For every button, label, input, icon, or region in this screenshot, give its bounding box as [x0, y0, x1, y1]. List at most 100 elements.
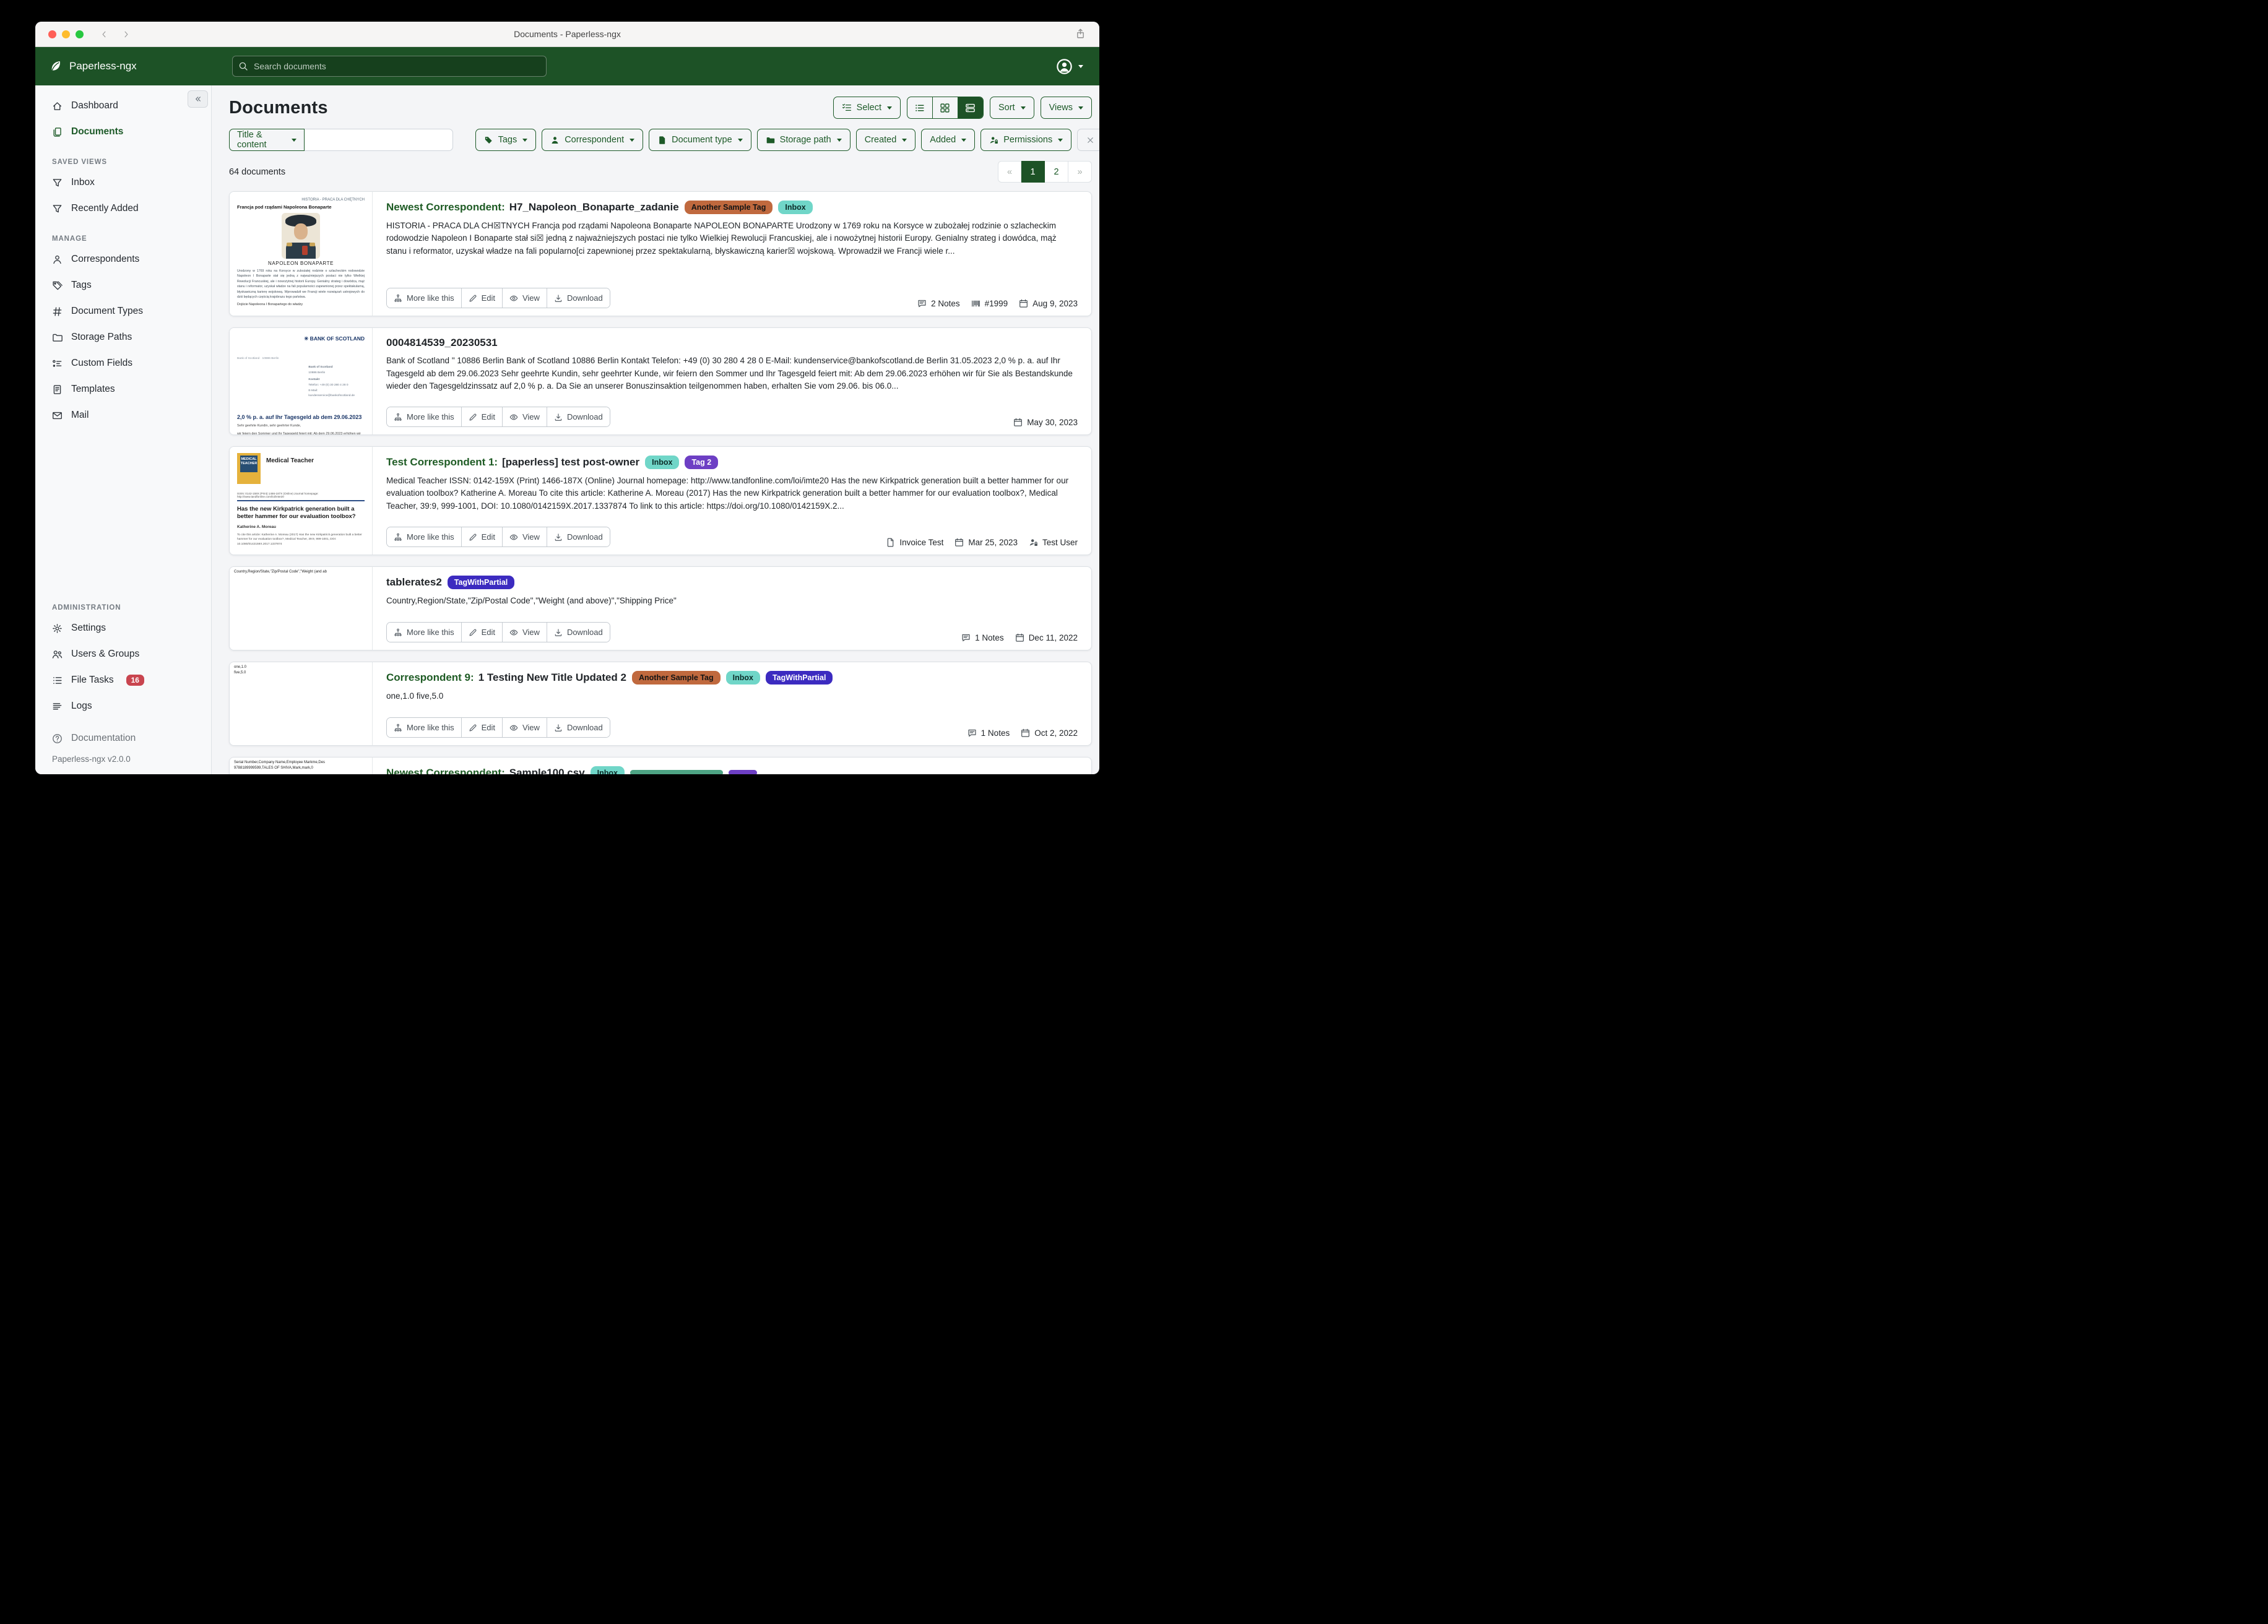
document-title[interactable]: Newest Correspondent: H7_Napoleon_Bonapa… — [386, 201, 679, 214]
select-button[interactable]: Select — [833, 97, 901, 119]
view-button[interactable]: View — [502, 527, 547, 546]
edit-button[interactable]: Edit — [461, 288, 502, 308]
edit-button[interactable]: Edit — [461, 623, 502, 642]
sort-button[interactable]: Sort — [990, 97, 1034, 119]
brand[interactable]: Paperless-ngx — [49, 59, 137, 73]
sidebar-item-inbox[interactable]: Inbox — [35, 170, 211, 196]
tag-pill[interactable] — [630, 770, 723, 774]
sidebar-item-tags[interactable]: Tags — [35, 272, 211, 298]
sidebar-item-document-types[interactable]: Document Types — [35, 298, 211, 324]
pagination-page-1[interactable]: 1 — [1021, 161, 1045, 183]
download-label: Download — [567, 628, 603, 637]
forward-icon[interactable] — [121, 30, 131, 39]
tag-pill[interactable] — [729, 770, 757, 774]
document-title[interactable]: Test Correspondent 1: [paperless] test p… — [386, 456, 639, 469]
document-title[interactable]: tablerates2 — [386, 576, 442, 589]
minimize-window-button[interactable] — [62, 30, 70, 38]
sidebar-item-correspondents[interactable]: Correspondents — [35, 246, 211, 272]
view-button[interactable]: View — [502, 288, 547, 308]
document-thumbnail[interactable]: Country,Region/State,"Zip/Postal Code","… — [230, 567, 373, 650]
tag-pill[interactable]: Inbox — [778, 201, 812, 214]
sidebar-collapse-button[interactable] — [188, 90, 208, 108]
calendar-icon — [1019, 299, 1028, 308]
permissions-filter-button[interactable]: Permissions — [980, 129, 1071, 151]
user-menu[interactable] — [1056, 58, 1083, 75]
sidebar-item-file-tasks[interactable]: File Tasks 16 — [35, 667, 211, 693]
document-correspondent[interactable]: Newest Correspondent: — [386, 767, 505, 774]
sidebar-item-documents[interactable]: Documents — [35, 119, 211, 145]
edit-button[interactable]: Edit — [461, 527, 502, 546]
sidebar-item-users-groups[interactable]: Users & Groups — [35, 641, 211, 667]
document-type-filter-button[interactable]: Document type — [649, 129, 751, 151]
pagination-last[interactable]: » — [1068, 161, 1092, 183]
tag-pill[interactable]: Inbox — [726, 671, 760, 685]
pagination-page-2[interactable]: 2 — [1045, 161, 1068, 183]
document-thumbnail[interactable]: one,1.0 five,5.0 — [230, 662, 373, 745]
sidebar-item-mail[interactable]: Mail — [35, 402, 211, 428]
more-like-this-button[interactable]: More like this — [387, 527, 461, 546]
close-window-button[interactable] — [48, 30, 56, 38]
more-like-this-button[interactable]: More like this — [387, 718, 461, 737]
reset-filters-button[interactable]: Reset filters — [1077, 129, 1099, 151]
document-title[interactable]: 0004814539_20230531 — [386, 337, 498, 349]
document-correspondent[interactable]: Test Correspondent 1: — [386, 456, 498, 469]
added-filter-button[interactable]: Added — [921, 129, 975, 151]
tag-pill[interactable]: Inbox — [591, 766, 625, 774]
tag-pill[interactable]: Another Sample Tag — [632, 671, 721, 685]
view-detail-button[interactable] — [958, 97, 983, 118]
created-filter-button[interactable]: Created — [856, 129, 916, 151]
document-thumbnail[interactable]: MEDICAL TEACHER Medical Teacher ISSN: 01… — [230, 447, 373, 555]
search-input[interactable] — [232, 56, 547, 77]
sidebar-item-logs[interactable]: Logs — [35, 693, 211, 719]
views-button[interactable]: Views — [1041, 97, 1092, 119]
sidebar-item-dashboard[interactable]: Dashboard — [35, 93, 211, 119]
edit-button[interactable]: Edit — [461, 718, 502, 737]
document-thumbnail[interactable]: Serial Number,Company Name,Employee Mark… — [230, 758, 373, 774]
sidebar-item-settings[interactable]: Settings — [35, 615, 211, 641]
tag-pill[interactable]: Tag 2 — [685, 456, 718, 469]
more-like-this-button[interactable]: More like this — [387, 623, 461, 642]
share-icon[interactable] — [1075, 28, 1086, 39]
documents-icon — [52, 127, 63, 137]
sidebar-item-documentation[interactable]: Documentation — [35, 728, 211, 749]
tag-pill[interactable]: TagWithPartial — [448, 576, 514, 589]
tag-pill[interactable]: TagWithPartial — [766, 671, 833, 685]
correspondent-filter-button[interactable]: Correspondent — [542, 129, 643, 151]
sidebar-item-recently-added[interactable]: Recently Added — [35, 196, 211, 222]
sidebar-item-label: Logs — [71, 701, 92, 712]
view-button[interactable]: View — [502, 623, 547, 642]
document-card: HISTORIA - PRACA DLA CHĘTNYCH Francja po… — [229, 191, 1092, 316]
back-icon[interactable] — [100, 30, 109, 39]
storage-path-filter-button[interactable]: Storage path — [757, 129, 850, 151]
sidebar-item-custom-fields[interactable]: Custom Fields — [35, 350, 211, 376]
tag-pill[interactable]: Another Sample Tag — [685, 201, 773, 214]
download-button[interactable]: Download — [547, 623, 610, 642]
filter-text-input[interactable] — [305, 129, 453, 151]
view-button[interactable]: View — [502, 407, 547, 426]
filter-field-selector[interactable]: Title & content — [229, 129, 305, 151]
select-label: Select — [857, 103, 881, 113]
tags-filter-button[interactable]: Tags — [475, 129, 537, 151]
download-button[interactable]: Download — [547, 407, 610, 426]
tag-pill[interactable]: Inbox — [645, 456, 679, 469]
sidebar-item-storage-paths[interactable]: Storage Paths — [35, 324, 211, 350]
view-list-button[interactable] — [907, 97, 932, 118]
document-title[interactable]: Newest Correspondent: Sample100.csv — [386, 767, 585, 774]
view-button[interactable]: View — [502, 718, 547, 737]
document-correspondent[interactable]: Newest Correspondent: — [386, 201, 505, 214]
more-like-this-button[interactable]: More like this — [387, 407, 461, 426]
download-button[interactable]: Download — [547, 527, 610, 546]
view-grid-button[interactable] — [932, 97, 958, 118]
zoom-window-button[interactable] — [76, 30, 84, 38]
document-correspondent[interactable]: Correspondent 9: — [386, 672, 474, 684]
download-button[interactable]: Download — [547, 718, 610, 737]
pagination-first[interactable]: « — [998, 161, 1021, 183]
document-thumbnail[interactable]: ✳ BANK OF SCOTLAND Bank of Scotland · 10… — [230, 328, 373, 434]
document-thumbnail[interactable]: HISTORIA - PRACA DLA CHĘTNYCH Francja po… — [230, 192, 373, 316]
created-filter-label: Created — [865, 135, 897, 145]
download-button[interactable]: Download — [547, 288, 610, 308]
more-like-this-button[interactable]: More like this — [387, 288, 461, 308]
document-title[interactable]: Correspondent 9: 1 Testing New Title Upd… — [386, 672, 626, 684]
sidebar-item-templates[interactable]: Templates — [35, 376, 211, 402]
edit-button[interactable]: Edit — [461, 407, 502, 426]
